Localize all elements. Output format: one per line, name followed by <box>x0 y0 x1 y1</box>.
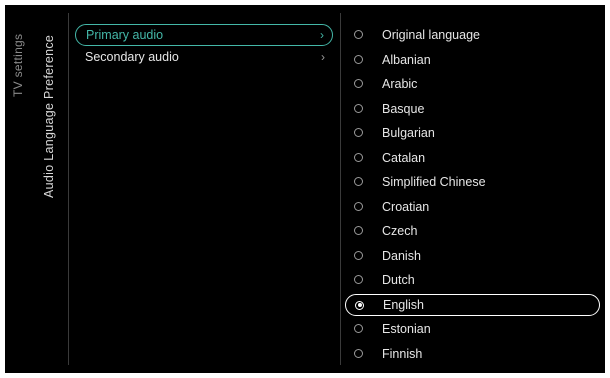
breadcrumb: TV settings <box>11 33 25 97</box>
menu-item-label: Primary audio <box>86 28 164 42</box>
language-option-albanian[interactable]: Albanian <box>345 49 600 71</box>
language-option-label: Czech <box>382 224 418 238</box>
language-option-finnish[interactable]: Finnish <box>345 343 600 365</box>
language-option-czech[interactable]: Czech <box>345 220 600 242</box>
radio-icon <box>354 128 363 137</box>
radio-icon <box>354 103 363 113</box>
radio-icon <box>354 30 363 39</box>
page-title: Audio Language Preference <box>42 34 56 198</box>
language-option-estonian[interactable]: Estonian <box>345 318 600 340</box>
radio-icon <box>354 79 363 88</box>
language-option-label: Dutch <box>382 273 415 287</box>
language-option-label: Catalan <box>382 150 426 165</box>
radio-icon <box>354 54 363 64</box>
radio-icon <box>354 324 363 333</box>
language-option-label: Simplified Chinese <box>382 175 486 189</box>
chevron-right-icon: › <box>320 28 324 42</box>
radio-icon <box>354 226 363 235</box>
tv-settings-screen: TV settings Audio Language Preference Pr… <box>5 5 605 373</box>
language-option-label: Bulgarian <box>382 126 435 140</box>
language-option-arabic[interactable]: Arabic <box>345 73 600 95</box>
radio-icon <box>354 250 363 260</box>
language-option-label: Arabic <box>382 77 418 91</box>
language-option-original-language[interactable]: Original language <box>345 24 600 46</box>
language-option-croatian[interactable]: Croatian <box>345 196 600 218</box>
menu-item-secondary-audio[interactable]: Secondary audio › <box>75 46 333 68</box>
divider-left <box>68 13 69 365</box>
radio-icon <box>354 275 363 284</box>
language-option-catalan[interactable]: Catalan <box>345 147 600 169</box>
menu-item-primary-audio[interactable]: Primary audio › <box>75 24 333 46</box>
radio-icon <box>354 348 363 358</box>
divider-right <box>340 13 341 365</box>
language-option-label: English <box>383 297 424 312</box>
radio-icon <box>354 201 363 211</box>
language-option-bulgarian[interactable]: Bulgarian <box>345 122 600 144</box>
language-option-label: Basque <box>382 101 425 116</box>
language-option-english[interactable]: English <box>345 293 600 316</box>
language-option-label: Estonian <box>382 322 431 336</box>
language-option-basque[interactable]: Basque <box>345 98 600 120</box>
radio-icon <box>354 177 363 186</box>
radio-icon <box>354 152 363 162</box>
language-option-label: Croatian <box>382 199 430 214</box>
language-option-label: Danish <box>382 248 421 263</box>
language-option-danish[interactable]: Danish <box>345 245 600 267</box>
chevron-right-icon: › <box>321 50 325 64</box>
language-option-label: Original language <box>382 28 480 42</box>
language-option-simplified-chinese[interactable]: Simplified Chinese <box>345 171 600 193</box>
language-option-label: Albanian <box>382 52 431 67</box>
menu-item-label: Secondary audio <box>85 50 179 64</box>
language-option-dutch[interactable]: Dutch <box>345 269 600 291</box>
radio-icon <box>355 300 364 310</box>
language-option-label: Finnish <box>382 346 423 361</box>
